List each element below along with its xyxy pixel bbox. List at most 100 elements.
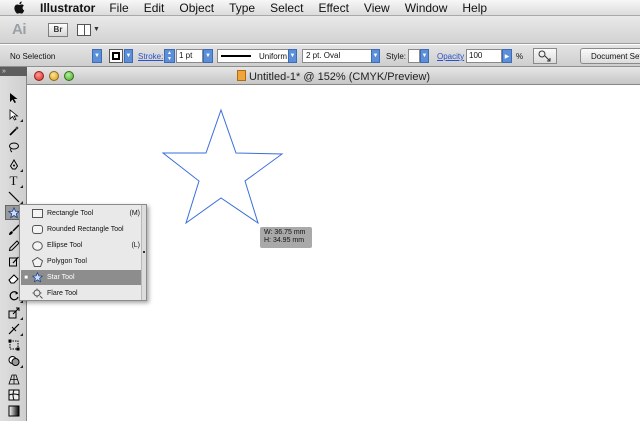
measure-height: H: 34.95 mm (264, 237, 305, 244)
flyout-item-polygon-tool[interactable]: Polygon Tool (21, 254, 142, 269)
shape-tools-flyout: Rectangle Tool (M) Rounded Rectangle Too… (19, 204, 147, 301)
type-tool[interactable]: T (5, 173, 23, 188)
graphic-style-swatch[interactable] (408, 49, 420, 63)
opacity-input[interactable]: 100 (466, 49, 502, 63)
direct-selection-tool[interactable] (5, 107, 23, 122)
magic-wand-icon (8, 125, 19, 136)
arrange-documents-button[interactable]: ▼ (77, 23, 101, 37)
flyout-item-label: Rounded Rectangle Tool (47, 226, 124, 233)
menu-type[interactable]: Type (229, 1, 255, 15)
brush-definition-dropdown[interactable]: 2 pt. Oval ▼ (302, 49, 380, 63)
profile-line-icon (221, 55, 251, 57)
flyout-tearoff-handle[interactable] (141, 205, 146, 300)
arrow-white-icon (9, 108, 19, 121)
graphic-style-dropdown[interactable]: ▼ (420, 49, 429, 63)
stroke-weight-dropdown[interactable]: ▼ (203, 49, 213, 63)
measurement-tooltip: W: 36.75 mm H: 34.95 mm (260, 227, 312, 248)
opacity-percent: % (516, 52, 524, 61)
stroke-swatch[interactable] (109, 49, 123, 63)
gradient-tool[interactable] (5, 403, 22, 418)
illustrator-window: Illustrator File Edit Object Type Select… (0, 0, 640, 421)
star-icon (7, 206, 20, 218)
star-shape[interactable] (162, 108, 284, 224)
flyout-item-rounded-rectangle-tool[interactable]: Rounded Rectangle Tool (21, 222, 142, 237)
paintbrush-icon (8, 224, 19, 235)
tearoff-arrow-icon (143, 251, 145, 253)
menu-file[interactable]: File (109, 1, 128, 15)
flyout-item-rectangle-tool[interactable]: Rectangle Tool (M) (21, 206, 142, 221)
free-transform-tool[interactable] (5, 337, 22, 352)
style-label: Style: (386, 52, 407, 61)
line-segment-icon (8, 191, 19, 202)
shape-builder-tool[interactable] (5, 353, 23, 368)
width-tool[interactable] (5, 321, 23, 336)
arrange-layout-icon (77, 23, 91, 36)
magic-wand-tool[interactable] (5, 123, 22, 138)
free-transform-icon (8, 339, 19, 350)
document-icon (236, 70, 246, 81)
flyout-item-label: Rectangle Tool (47, 210, 94, 217)
rounded-rectangle-icon (31, 225, 43, 235)
flyout-item-ellipse-tool[interactable]: Ellipse Tool (L) (21, 238, 142, 253)
line-segment-tool[interactable] (5, 189, 23, 204)
selection-tool[interactable] (5, 90, 22, 105)
ai-logo: Ai (12, 21, 27, 38)
stroke-panel-link[interactable]: Stroke: (138, 52, 163, 61)
pen-tool[interactable] (5, 157, 23, 172)
perspective-grid-icon (7, 374, 20, 384)
lasso-icon (8, 142, 19, 152)
menu-app-name[interactable]: Illustrator (40, 1, 95, 15)
lasso-tool[interactable] (5, 139, 22, 154)
current-tool-indicator: ■ (24, 274, 28, 281)
pen-icon (9, 158, 18, 169)
recolor-icon (538, 50, 551, 62)
profile-value: Uniform (259, 51, 288, 61)
flyout-item-label: Polygon Tool (47, 258, 87, 265)
flyout-item-flare-tool[interactable]: Flare Tool (21, 286, 142, 301)
menu-effect[interactable]: Effect (318, 1, 348, 15)
shape-builder-icon (8, 355, 19, 366)
pencil-icon (8, 239, 20, 251)
menu-help[interactable]: Help (462, 1, 487, 15)
tools-panel-header[interactable]: » (0, 67, 27, 76)
perspective-grid-tool[interactable] (5, 371, 22, 386)
opacity-panel-link[interactable]: Opacity (437, 52, 464, 61)
selection-status: No Selection (10, 52, 56, 61)
menu-view[interactable]: View (364, 1, 390, 15)
stroke-color-dropdown[interactable]: ▼ (124, 49, 133, 63)
document-setup-button[interactable]: Document Setup (580, 48, 640, 64)
eraser-icon (7, 273, 19, 283)
opacity-slider-button[interactable]: ▶ (502, 49, 512, 63)
stroke-swatch-icon (112, 52, 120, 60)
flyout-item-label: Ellipse Tool (47, 242, 83, 249)
flyout-item-star-tool[interactable]: ■ Star Tool (21, 270, 142, 285)
star-icon (31, 272, 43, 283)
chevron-down-icon: ▼ (371, 49, 380, 63)
flyout-item-label: Flare Tool (47, 290, 78, 297)
arrow-black-icon (9, 92, 17, 103)
menu-object[interactable]: Object (179, 1, 214, 15)
mesh-icon (8, 389, 19, 400)
document-title-bar: Untitled-1* @ 152% (CMYK/Preview) (27, 67, 640, 85)
fill-dropdown[interactable]: ▼ (92, 49, 102, 63)
menu-window[interactable]: Window (405, 1, 448, 15)
stroke-weight-stepper[interactable]: ▲ ▼ (164, 49, 175, 63)
bridge-button[interactable]: Br (48, 22, 68, 37)
rotate-icon (9, 290, 19, 300)
scale-tool[interactable] (5, 305, 23, 320)
scale-icon (8, 307, 19, 318)
menu-edit[interactable]: Edit (144, 1, 165, 15)
flyout-item-label: Star Tool (47, 274, 75, 281)
recolor-artwork-button[interactable] (533, 48, 557, 64)
ellipse-icon (31, 240, 43, 251)
stroke-weight-input[interactable]: 1 pt (176, 49, 203, 63)
flare-icon (31, 288, 43, 299)
variable-width-profile-dropdown[interactable]: Uniform ▼ (217, 49, 297, 63)
control-bar: No Selection ▼ ▼ Stroke: ▲ ▼ 1 pt ▼ Unifo… (0, 45, 640, 67)
gradient-icon (8, 405, 19, 416)
measure-width: W: 36.75 mm (264, 229, 306, 236)
rectangle-icon (31, 209, 43, 219)
menu-select[interactable]: Select (270, 1, 303, 15)
mesh-tool[interactable] (5, 387, 22, 402)
apple-icon[interactable] (12, 1, 26, 14)
